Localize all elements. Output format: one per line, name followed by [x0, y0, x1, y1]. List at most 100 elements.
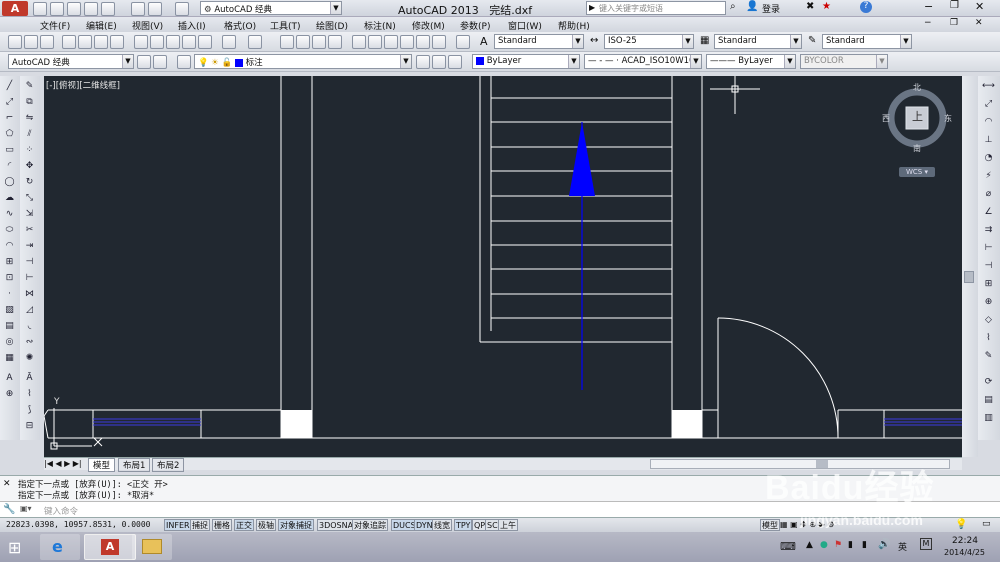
scroll-thumb[interactable] [964, 271, 974, 283]
sheet-set-icon[interactable] [400, 35, 414, 49]
help-icon[interactable]: ? [860, 1, 872, 13]
zoom-window-icon[interactable] [312, 35, 326, 49]
help-tb-icon[interactable] [456, 35, 470, 49]
search-box[interactable]: ▶ 键入关键字或短语 [586, 1, 726, 15]
star-icon[interactable]: ★ [822, 1, 831, 12]
menu-file[interactable]: 文件(F) [40, 19, 70, 32]
tab-layout1[interactable]: 布局1 [118, 458, 151, 472]
tray-app-icon[interactable]: ● [820, 540, 828, 550]
block-editor-icon[interactable] [198, 35, 212, 49]
toggle-am[interactable]: 上午 [498, 519, 518, 531]
preview-icon[interactable] [78, 35, 92, 49]
cut-icon[interactable] [134, 35, 148, 49]
toggle-osnap[interactable]: 对象捕捉 [278, 519, 314, 531]
insert-block-icon[interactable]: ⊞ [3, 256, 16, 269]
viewcube-north[interactable]: 北 [913, 82, 921, 93]
quickcalc-icon[interactable] [432, 35, 446, 49]
autocad-logo-icon[interactable]: A [2, 1, 28, 16]
wcs-menu[interactable]: WCS ▾ [899, 167, 935, 177]
redo-tb-icon[interactable] [248, 35, 262, 49]
hatch-icon[interactable]: ▨ [3, 304, 16, 317]
edit-text-icon[interactable]: Ā [23, 372, 36, 385]
baseline-icon[interactable]: ⊢ [982, 242, 995, 255]
save-icon[interactable] [67, 2, 81, 16]
maximize-button[interactable]: ❐ [950, 0, 959, 11]
menu-modify[interactable]: 修改(M) [412, 19, 445, 32]
line-icon[interactable]: ╱ [3, 80, 16, 93]
toggle-otrack[interactable]: 对象追踪 [352, 519, 388, 531]
copy-icon[interactable] [150, 35, 164, 49]
model-space-button[interactable]: 模型 [760, 519, 780, 531]
ordinate-icon[interactable]: ⊥ [982, 134, 995, 147]
menu-tools[interactable]: 工具(T) [270, 19, 301, 32]
wrench-icon[interactable]: 🔧 [3, 504, 15, 515]
move-icon[interactable]: ✥ [23, 160, 36, 173]
table-icon[interactable]: ▦ [3, 352, 16, 365]
diameter-icon[interactable]: ⌀ [982, 188, 995, 201]
inspect-icon[interactable]: ◇ [982, 314, 995, 327]
toggle-snap[interactable]: 捕捉 [190, 519, 210, 531]
join-icon[interactable]: ⋈ [23, 288, 36, 301]
qnew-icon[interactable] [8, 35, 22, 49]
workspace-combo-2[interactable]: AutoCAD 经典 ▼ [8, 54, 134, 69]
mirror-icon[interactable]: ⇋ [23, 112, 36, 125]
fillet-icon[interactable]: ◟ [23, 320, 36, 333]
extend-icon[interactable]: ⇥ [23, 240, 36, 253]
menu-format[interactable]: 格式(O) [224, 19, 256, 32]
command-input[interactable]: 键入命令 [44, 505, 78, 517]
clean-screen-icon[interactable]: ▭ [982, 519, 991, 529]
undo-icon[interactable] [148, 2, 162, 16]
publish-icon[interactable] [94, 35, 108, 49]
menu-window[interactable]: 窗口(W) [508, 19, 542, 32]
spline-icon[interactable]: ∿ [3, 208, 16, 221]
copy-object-icon[interactable]: ⧉ [23, 96, 36, 109]
add-selected-icon[interactable]: ⊕ [3, 388, 16, 401]
dimedit-icon[interactable]: ✎ [982, 350, 995, 363]
point-icon[interactable]: · [3, 288, 16, 301]
doc-close-button[interactable]: ✕ [975, 18, 983, 28]
ellipse-arc-icon[interactable]: ◠ [3, 240, 16, 253]
markup-icon[interactable] [416, 35, 430, 49]
rotate-icon[interactable]: ↻ [23, 176, 36, 189]
explode-icon[interactable]: ✺ [23, 352, 36, 365]
windows-start-icon[interactable]: ⊞ [8, 538, 21, 557]
tab-nav-arrows[interactable]: |◀ ◀ ▶ ▶| [44, 459, 82, 468]
binoculars-icon[interactable]: ⌕ [730, 1, 736, 12]
rectangle-icon[interactable]: ▭ [3, 144, 16, 157]
polyline-icon[interactable]: ⌐ [3, 112, 16, 125]
status-lightbulb-icon[interactable]: 💡 [955, 519, 967, 530]
construction-line-icon[interactable]: ⤢ [3, 96, 16, 109]
volume-icon[interactable]: 🔊 [878, 539, 890, 550]
viewcube-west[interactable]: 西 [882, 113, 890, 124]
viewcube-east[interactable]: 东 [944, 113, 952, 124]
aligned-dim-icon[interactable]: ⤢ [982, 98, 995, 111]
toggle-polar[interactable]: 极轴 [256, 519, 276, 531]
pan-icon[interactable] [280, 35, 294, 49]
make-current-layer-icon[interactable] [416, 55, 430, 69]
color-combo[interactable]: ByLayer ▼ [472, 54, 580, 69]
keyboard-icon[interactable]: ⌨ [780, 540, 796, 553]
workspace-gear-icon[interactable] [153, 55, 167, 69]
arc-icon[interactable]: ◜ [3, 160, 16, 173]
arc-length-icon[interactable]: ◠ [982, 116, 995, 129]
ellipse-icon[interactable]: ⬭ [3, 224, 16, 237]
polygon-icon[interactable]: ⬠ [3, 128, 16, 141]
dim-style-combo[interactable]: ISO-25 ▼ [604, 34, 694, 49]
erase-icon[interactable]: ✎ [23, 80, 36, 93]
search-input[interactable]: 键入关键字或短语 [599, 3, 663, 14]
menu-dimension[interactable]: 标注(N) [364, 19, 396, 32]
text-style-combo[interactable]: Standard ▼ [494, 34, 584, 49]
menu-parametric[interactable]: 参数(P) [460, 19, 490, 32]
toggle-ortho[interactable]: 正交 [234, 519, 254, 531]
open-file-icon[interactable] [50, 2, 64, 16]
paste-icon[interactable] [166, 35, 180, 49]
plot-icon[interactable] [62, 35, 76, 49]
ime-indicator[interactable]: 英 [898, 540, 907, 553]
center-mark-icon[interactable]: ⊕ [982, 296, 995, 309]
new-file-icon[interactable] [33, 2, 47, 16]
menu-insert[interactable]: 插入(I) [178, 19, 206, 32]
circle-icon[interactable]: ◯ [3, 176, 16, 189]
ime-mode-icon[interactable]: M [920, 538, 932, 550]
splinedit-icon[interactable]: ⟆ [23, 404, 36, 417]
workspace-combo[interactable]: ⚙ AutoCAD 经典 ▼ [200, 1, 342, 15]
